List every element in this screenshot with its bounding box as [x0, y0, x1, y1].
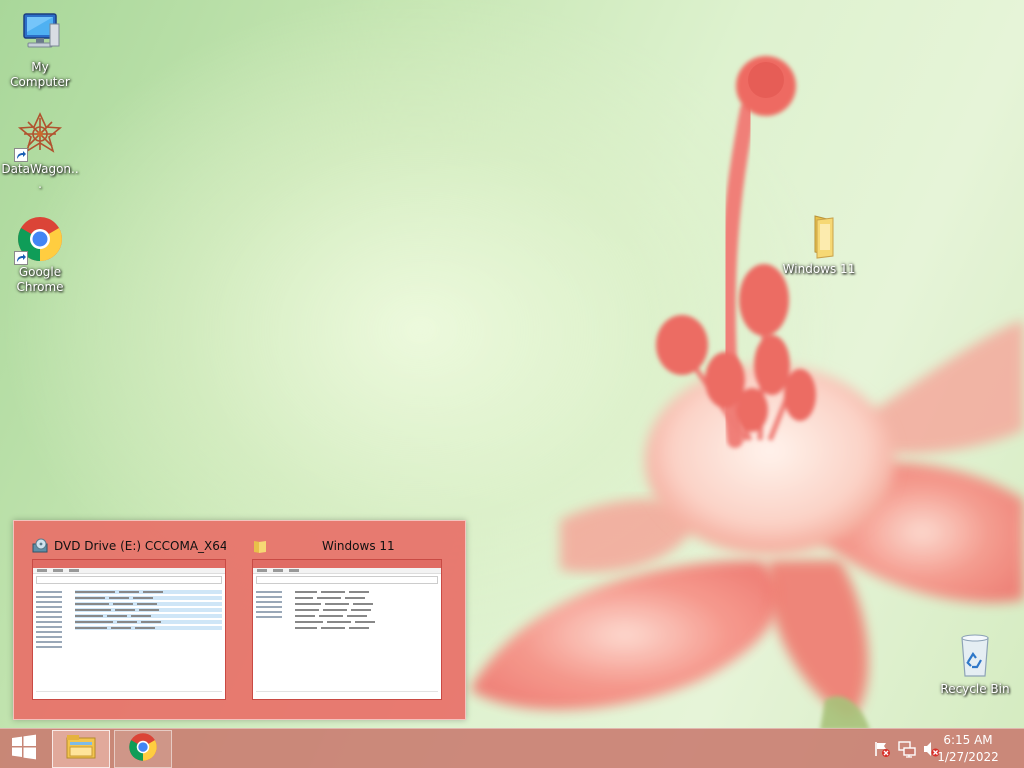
- shortcut-arrow-icon: [14, 251, 28, 265]
- desktop-icon-label: Windows 11: [782, 262, 856, 276]
- desktop-icon-label: Google Chrome: [16, 265, 64, 294]
- desktop-icon-windows-11-folder[interactable]: Windows 11: [779, 212, 859, 277]
- thumbnail-title: Windows 11: [322, 539, 395, 553]
- desktop-icon-recycle-bin[interactable]: Recycle Bin: [935, 632, 1015, 697]
- folder-icon: [795, 212, 843, 260]
- folder-icon: [252, 538, 268, 554]
- thumbnail-dvd-drive[interactable]: DVD Drive (E:) CCCOMA_X64FR...: [32, 531, 226, 700]
- start-button[interactable]: [0, 729, 48, 768]
- file-explorer-icon: [65, 733, 97, 765]
- desktop-icon-datawagon[interactable]: DataWagon...: [0, 112, 80, 192]
- recycle-bin-icon: [951, 632, 999, 680]
- desktop-icon-label: DataWagon...: [1, 162, 79, 191]
- chrome-icon: [14, 215, 64, 265]
- taskbar: 6:15 AM 1/27/2022: [0, 728, 1024, 768]
- desktop-icon-my-computer[interactable]: My Computer: [0, 10, 80, 90]
- action-center-flag-icon[interactable]: [873, 740, 891, 758]
- clock-date: 1/27/2022: [937, 750, 999, 764]
- desktop-icon-label: Recycle Bin: [940, 682, 1010, 696]
- thumbnail-title: DVD Drive (E:) CCCOMA_X64FR...: [54, 539, 226, 553]
- chrome-icon: [128, 732, 158, 766]
- datawagon-icon: [14, 112, 64, 162]
- thumbnail-window-image: [32, 559, 226, 700]
- desktop-icon-google-chrome[interactable]: Google Chrome: [0, 215, 80, 295]
- windows-logo-icon: [11, 734, 37, 764]
- taskbar-google-chrome[interactable]: [114, 730, 172, 768]
- taskbar-thumbnail-preview: DVD Drive (E:) CCCOMA_X64FR...: [13, 520, 466, 720]
- desktop-icon-label: My Computer: [10, 60, 70, 89]
- taskbar-clock[interactable]: 6:15 AM 1/27/2022: [928, 732, 1008, 766]
- taskbar-file-explorer[interactable]: [52, 730, 110, 768]
- clock-time: 6:15 AM: [943, 733, 993, 747]
- thumbnail-window-image: [252, 559, 442, 700]
- thumbnail-windows-11[interactable]: Windows 11: [252, 531, 446, 700]
- dvd-drive-icon: [32, 538, 48, 554]
- shortcut-arrow-icon: [14, 148, 28, 162]
- network-icon[interactable]: [898, 740, 916, 758]
- computer-icon: [16, 10, 64, 58]
